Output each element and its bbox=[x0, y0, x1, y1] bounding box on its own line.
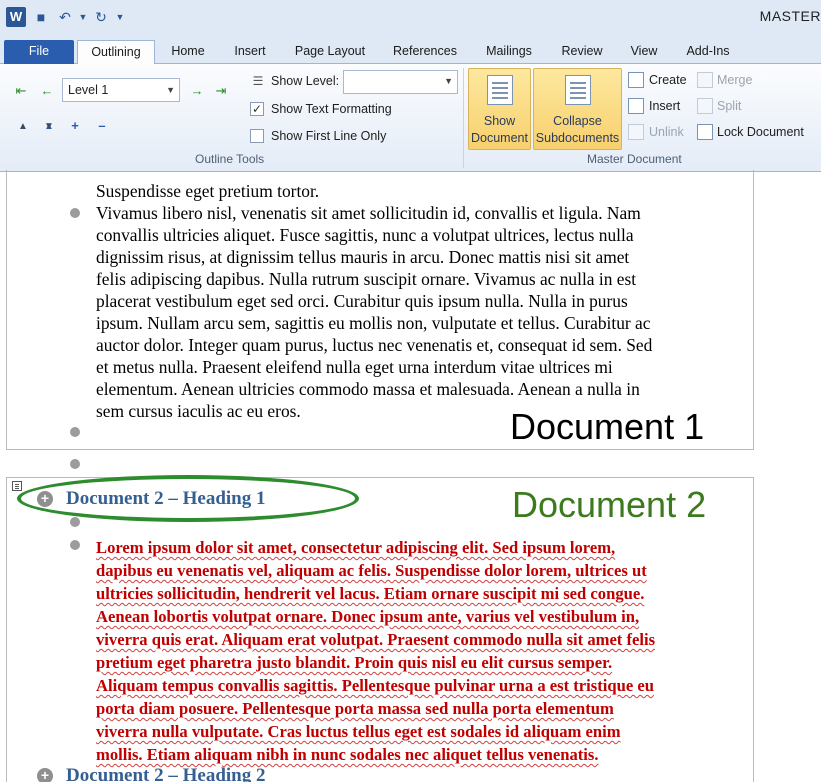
paragraph-first-line: Suspendisse eget pretium tortor. bbox=[96, 181, 320, 201]
move-down-icon[interactable]: ▼ bbox=[40, 118, 58, 136]
show-text-formatting-checkbox[interactable]: ✓ bbox=[250, 102, 264, 116]
document-area[interactable]: Suspendisse eget pretium tortor. Vivamus… bbox=[0, 170, 821, 782]
lock-document-icon bbox=[697, 124, 713, 140]
body-text-bullet[interactable] bbox=[70, 208, 80, 218]
chevron-down-icon: ▼ bbox=[444, 76, 453, 86]
undo-icon[interactable]: ↶ bbox=[54, 6, 76, 28]
tab-insert[interactable]: Insert bbox=[224, 40, 276, 64]
demote-to-body-text-icon[interactable]: ⇥ bbox=[212, 82, 230, 100]
create-icon bbox=[628, 72, 644, 88]
ribbon-tabs: File Outlining Home Insert Page Layout R… bbox=[0, 36, 821, 66]
paragraph-1-line: convallis ultricies aliquet. Fusce sagit… bbox=[96, 225, 634, 245]
document-1-label: Document 1 bbox=[510, 406, 705, 447]
word-icon[interactable]: W bbox=[6, 7, 26, 27]
document-2-paragraph-line: dapibus eu venenatis vel, aliquam ac fel… bbox=[96, 561, 647, 580]
paragraph-1-line: placerat vestibulum eget sed orci. Curab… bbox=[96, 291, 628, 311]
outline-level-select[interactable]: Level 1 ▼ bbox=[62, 78, 180, 102]
customize-icon[interactable]: ▼ bbox=[114, 6, 126, 28]
window-title: MASTER bbox=[759, 8, 821, 24]
document-2-heading-2: Document 2 – Heading 2 bbox=[66, 765, 266, 782]
show-document-icon bbox=[486, 75, 513, 105]
paragraph-1-line: auctor dolor. Integer quam purus, luctus… bbox=[96, 335, 653, 355]
paragraph-1-line: dignissim risus, at dignissim tellus mau… bbox=[96, 247, 630, 267]
paragraph-1-line: et metus nulla. Praesent eleifend nulla … bbox=[96, 357, 613, 377]
lock-document-button[interactable]: Lock Document bbox=[717, 125, 804, 139]
empty-paragraph-bullet[interactable] bbox=[70, 427, 80, 437]
tab-outlining[interactable]: Outlining bbox=[77, 40, 155, 66]
tab-review[interactable]: Review bbox=[552, 40, 612, 64]
document-2-paragraph-line: Aenean lobortis volutpat ornare. Donec i… bbox=[96, 607, 640, 626]
expand-heading-icon[interactable]: + bbox=[37, 768, 53, 782]
group-divider bbox=[463, 68, 464, 168]
show-document-button[interactable]: Show Document bbox=[468, 68, 531, 150]
paragraph-1-line: ipsum. Nullam arcu sem, sagittis eu moll… bbox=[96, 313, 651, 333]
collapse-subdocuments-icon bbox=[564, 75, 591, 105]
redo-icon[interactable]: ↻ bbox=[90, 6, 112, 28]
paragraph-1-line: Vivamus libero nisl, venenatis sit amet … bbox=[96, 203, 641, 223]
split-button[interactable]: Split bbox=[717, 99, 741, 113]
promote-to-heading-1-icon[interactable]: ⇤ bbox=[12, 82, 30, 100]
tab-file[interactable]: File bbox=[4, 40, 74, 64]
tab-references[interactable]: References bbox=[384, 40, 466, 64]
document-2-paragraph: Lorem ipsum dolor sit amet, consectetur … bbox=[96, 536, 756, 766]
collapse-icon[interactable]: – bbox=[93, 117, 111, 135]
show-document-label: Show Document bbox=[471, 114, 528, 145]
paragraph-1-line: felis adipiscing dapibus. Nulla rutrum s… bbox=[96, 269, 637, 289]
title-bar: W ■ ↶ ▼ ↻ ▼ MASTER bbox=[0, 0, 821, 36]
quick-access-toolbar: ■ ↶ ▼ ↻ ▼ bbox=[30, 6, 126, 28]
document-2-paragraph-line: viverra quis erat. Aliquam erat volutpat… bbox=[96, 630, 656, 649]
outline-tools-group-label: Outline Tools bbox=[195, 152, 265, 166]
merge-icon bbox=[697, 72, 713, 88]
body-text-bullet[interactable] bbox=[70, 540, 80, 550]
chevron-down-icon: ▼ bbox=[166, 85, 175, 95]
unlink-button[interactable]: Unlink bbox=[649, 125, 684, 139]
subdocument-icon[interactable] bbox=[12, 481, 22, 491]
tab-page-layout[interactable]: Page Layout bbox=[286, 40, 374, 64]
save-icon[interactable]: ■ bbox=[30, 6, 52, 28]
document-2-paragraph-line: Lorem ipsum dolor sit amet, consectetur … bbox=[96, 538, 616, 557]
show-level-icon: ☰ bbox=[252, 74, 264, 88]
expand-icon[interactable]: + bbox=[66, 117, 84, 135]
document-2-paragraph-line: ultricies sollicitudin, hendrerit vel la… bbox=[96, 584, 645, 603]
insert-button[interactable]: Insert bbox=[649, 99, 680, 113]
document-2-paragraph-line: porta diam posuere. Pellentesque porta m… bbox=[96, 699, 614, 718]
create-button[interactable]: Create bbox=[649, 73, 687, 87]
document-2-paragraph-line: pretium eget pharetra justo blandit. Pro… bbox=[96, 653, 613, 672]
tab-mailings[interactable]: Mailings bbox=[476, 40, 542, 64]
show-level-label: Show Level: bbox=[271, 74, 340, 88]
show-level-select[interactable]: ▼ bbox=[343, 70, 458, 94]
unlink-icon bbox=[628, 124, 644, 140]
tab-add-ins[interactable]: Add-Ins bbox=[676, 40, 740, 64]
tab-home[interactable]: Home bbox=[162, 40, 214, 64]
collapse-subdocuments-label: Collapse Subdocuments bbox=[535, 114, 620, 145]
paragraph-1: Vivamus libero nisl, venenatis sit amet … bbox=[96, 202, 751, 422]
master-document-group-label: Master Document bbox=[587, 152, 682, 166]
document-2-paragraph-line: mollis. Etiam aliquam nibh in nunc sodal… bbox=[96, 745, 599, 764]
outline-level-value: Level 1 bbox=[68, 83, 109, 97]
empty-paragraph-bullet[interactable] bbox=[70, 459, 80, 469]
show-first-line-only-checkbox[interactable] bbox=[250, 129, 264, 143]
demote-icon[interactable]: → bbox=[188, 82, 206, 100]
highlight-ellipse bbox=[17, 475, 359, 522]
promote-icon[interactable]: ← bbox=[38, 82, 56, 100]
empty-paragraph-bullet[interactable] bbox=[70, 517, 80, 527]
paragraph-1-line: elementum. Aenean ultricies commodo mass… bbox=[96, 379, 640, 399]
document-2-paragraph-line: viverra nulla vulputate. Cras luctus tel… bbox=[96, 722, 621, 741]
split-icon bbox=[697, 98, 713, 114]
move-up-triangle-icon[interactable]: ▲ bbox=[14, 118, 32, 136]
collapse-subdocuments-button[interactable]: Collapse Subdocuments bbox=[533, 68, 622, 150]
tab-view[interactable]: View bbox=[622, 40, 666, 64]
merge-button[interactable]: Merge bbox=[717, 73, 752, 87]
show-first-line-only-label: Show First Line Only bbox=[271, 129, 387, 143]
show-text-formatting-label: Show Text Formatting bbox=[271, 102, 392, 116]
insert-subdocument-icon bbox=[628, 98, 644, 114]
ribbon: ⇤ ← Level 1 ▼ → ⇥ ▲ ▲ ▼ + – ☰ Show Level… bbox=[0, 64, 821, 172]
dropdown-icon[interactable]: ▼ bbox=[78, 6, 88, 28]
document-2-paragraph-line: Aliquam tempus convallis sagittis. Pelle… bbox=[96, 676, 654, 695]
document-2-label: Document 2 bbox=[512, 484, 707, 525]
